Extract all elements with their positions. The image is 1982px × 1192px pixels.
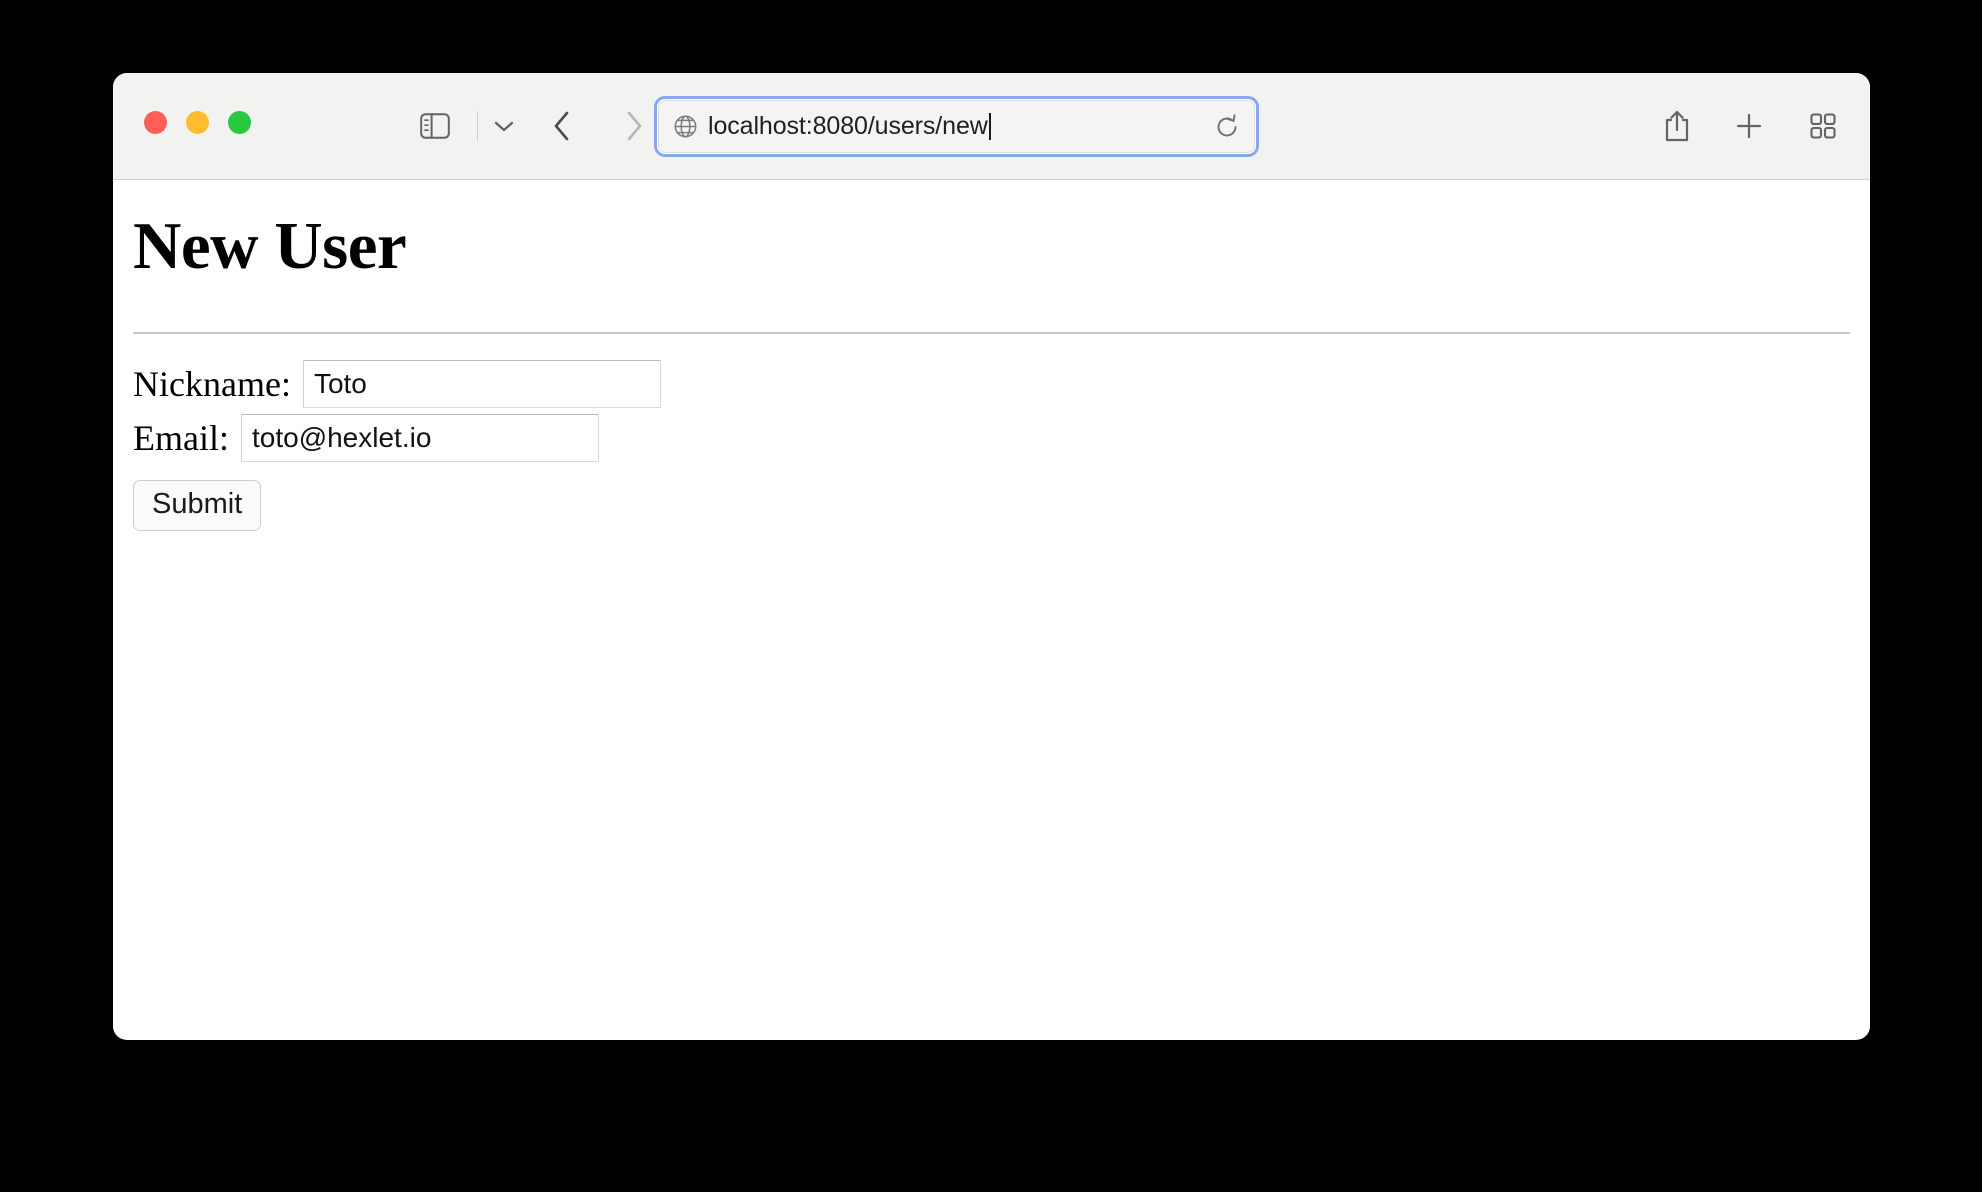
- url-value: localhost:8080/users/new: [708, 112, 988, 140]
- grid-icon[interactable]: [1799, 102, 1847, 150]
- sidebar-toggle-icon[interactable]: [413, 104, 457, 148]
- zoom-window-button[interactable]: [228, 111, 251, 134]
- address-bar-text[interactable]: localhost:8080/users/new: [708, 112, 1210, 141]
- chevron-down-icon[interactable]: [482, 104, 526, 148]
- nickname-input[interactable]: [302, 360, 661, 408]
- submit-button[interactable]: Submit: [133, 480, 262, 531]
- nickname-label: Nickname:: [133, 364, 291, 404]
- window-controls: [144, 111, 251, 134]
- browser-window: localhost:8080/users/new New User Nickna…: [113, 73, 1870, 1040]
- form-row-email: Email:: [133, 414, 1850, 462]
- page-title: New User: [133, 209, 407, 283]
- toolbar-divider: [477, 111, 478, 141]
- page-content: New User Nickname: Email: Submit: [113, 180, 1870, 1039]
- new-user-form: Nickname: Email: Submit: [133, 360, 1850, 531]
- browser-toolbar: localhost:8080/users/new: [113, 73, 1870, 180]
- content-divider: [133, 332, 1850, 334]
- plus-icon[interactable]: [1725, 102, 1773, 150]
- address-bar[interactable]: localhost:8080/users/new: [654, 96, 1259, 157]
- globe-icon: [673, 114, 698, 139]
- text-cursor: [988, 113, 991, 140]
- address-bar-inner[interactable]: localhost:8080/users/new: [658, 100, 1255, 153]
- reload-icon[interactable]: [1210, 110, 1244, 144]
- back-button[interactable]: [538, 102, 586, 150]
- share-icon[interactable]: [1653, 102, 1701, 150]
- forward-button[interactable]: [610, 102, 658, 150]
- form-row-nickname: Nickname:: [133, 360, 1850, 408]
- minimize-window-button[interactable]: [186, 111, 209, 134]
- email-input[interactable]: [240, 414, 599, 462]
- email-label: Email:: [133, 418, 229, 458]
- close-window-button[interactable]: [144, 111, 167, 134]
